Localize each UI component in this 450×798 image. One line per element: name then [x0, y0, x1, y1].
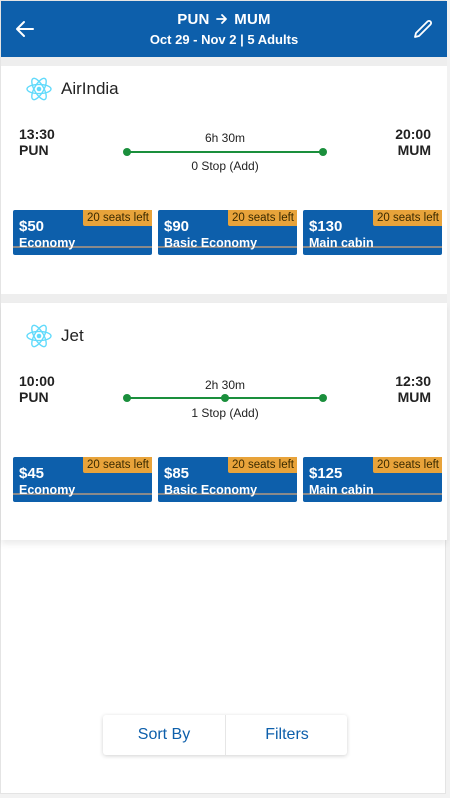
seats-left-badge: 20 seats left	[227, 457, 297, 473]
airline-name: Jet	[61, 326, 84, 345]
filters-button[interactable]: Filters	[226, 715, 348, 755]
departure: 13:30 PUN	[19, 126, 55, 158]
arrival-time: 20:00	[395, 126, 431, 142]
departure: 10:00 PUN	[19, 373, 55, 405]
fare-cabin: Basic Economy	[164, 236, 258, 250]
bottom-action-bar: Sort By Filters	[103, 715, 347, 755]
edit-search-button[interactable]	[411, 17, 435, 41]
divider	[1, 294, 447, 303]
stops-link[interactable]: 0 Stop (Add)	[123, 159, 327, 173]
fare-cabin: Economy	[19, 236, 76, 250]
seats-left-badge: 20 seats left	[82, 210, 152, 226]
pencil-icon	[414, 20, 432, 38]
fare-option-main-cabin[interactable]: 20 seats left $125 Main cabin	[303, 457, 442, 502]
route-end-dot	[319, 148, 327, 156]
flight-card[interactable]: Jet 10:00 PUN 2h 30m 1 Stop (Add) 12:30 …	[1, 303, 447, 540]
fare-cabin: Main cabin	[309, 236, 374, 250]
app-screen: PUN MUM Oct 29 - Nov 2 | 5 Adults AirInd…	[0, 0, 447, 794]
route-start-dot	[123, 148, 131, 156]
fare-price: $130	[309, 218, 343, 235]
seats-left-badge: 20 seats left	[82, 457, 152, 473]
route-title: PUN MUM	[1, 11, 447, 28]
trip-summary: Oct 29 - Nov 2 | 5 Adults	[149, 32, 299, 47]
fare-price: $50	[19, 218, 45, 235]
origin-code: PUN	[177, 11, 210, 28]
fare-cabin: Economy	[19, 483, 76, 497]
fare-cabin: Basic Economy	[164, 483, 258, 497]
route-end-dot	[319, 394, 327, 402]
airline-logo-icon	[26, 324, 52, 348]
departure-code: PUN	[19, 389, 49, 405]
seats-left-badge: 20 seats left	[372, 457, 442, 473]
route-arrow-icon	[216, 12, 228, 27]
fare-cabin: Main cabin	[309, 483, 374, 497]
route-start-dot	[123, 394, 131, 402]
airline-header: Jet	[25, 322, 84, 350]
seats-left-badge: 20 seats left	[227, 210, 297, 226]
fare-option-economy[interactable]: 20 seats left $50 Economy	[13, 210, 152, 255]
sort-by-button[interactable]: Sort By	[103, 715, 225, 755]
fare-price: $85	[164, 465, 190, 482]
airline-logo-icon	[26, 77, 52, 101]
fare-price: $45	[19, 465, 45, 482]
arrival: 12:30 MUM	[395, 373, 431, 405]
fare-price: $125	[309, 465, 343, 482]
seats-left-badge: 20 seats left	[372, 210, 442, 226]
fare-price: $90	[164, 218, 190, 235]
route-stop-dot	[221, 394, 229, 402]
app-header: PUN MUM Oct 29 - Nov 2 | 5 Adults	[1, 1, 447, 57]
fare-option-basic-economy[interactable]: 20 seats left $85 Basic Economy	[158, 457, 297, 502]
fare-option-basic-economy[interactable]: 20 seats left $90 Basic Economy	[158, 210, 297, 255]
fare-option-main-cabin[interactable]: 20 seats left $130 Main cabin	[303, 210, 442, 255]
divider	[1, 57, 447, 66]
route-line	[123, 148, 327, 156]
arrival-code: MUM	[397, 142, 431, 158]
stops-link[interactable]: 1 Stop (Add)	[123, 406, 327, 420]
flight-card[interactable]: AirIndia 13:30 PUN 6h 30m 0 Stop (Add) 2…	[1, 66, 447, 294]
fare-option-economy[interactable]: 20 seats left $45 Economy	[13, 457, 152, 502]
flight-duration: 2h 30m	[204, 378, 246, 392]
arrival: 20:00 MUM	[395, 126, 431, 158]
arrival-code: MUM	[397, 389, 431, 405]
departure-time: 13:30	[19, 126, 55, 142]
flight-duration: 6h 30m	[204, 131, 246, 145]
airline-name: AirIndia	[61, 79, 119, 98]
departure-code: PUN	[19, 142, 49, 158]
arrival-time: 12:30	[395, 373, 431, 389]
airline-header: AirIndia	[25, 75, 119, 103]
route-line	[123, 394, 327, 402]
departure-time: 10:00	[19, 373, 55, 389]
destination-code: MUM	[234, 11, 271, 28]
